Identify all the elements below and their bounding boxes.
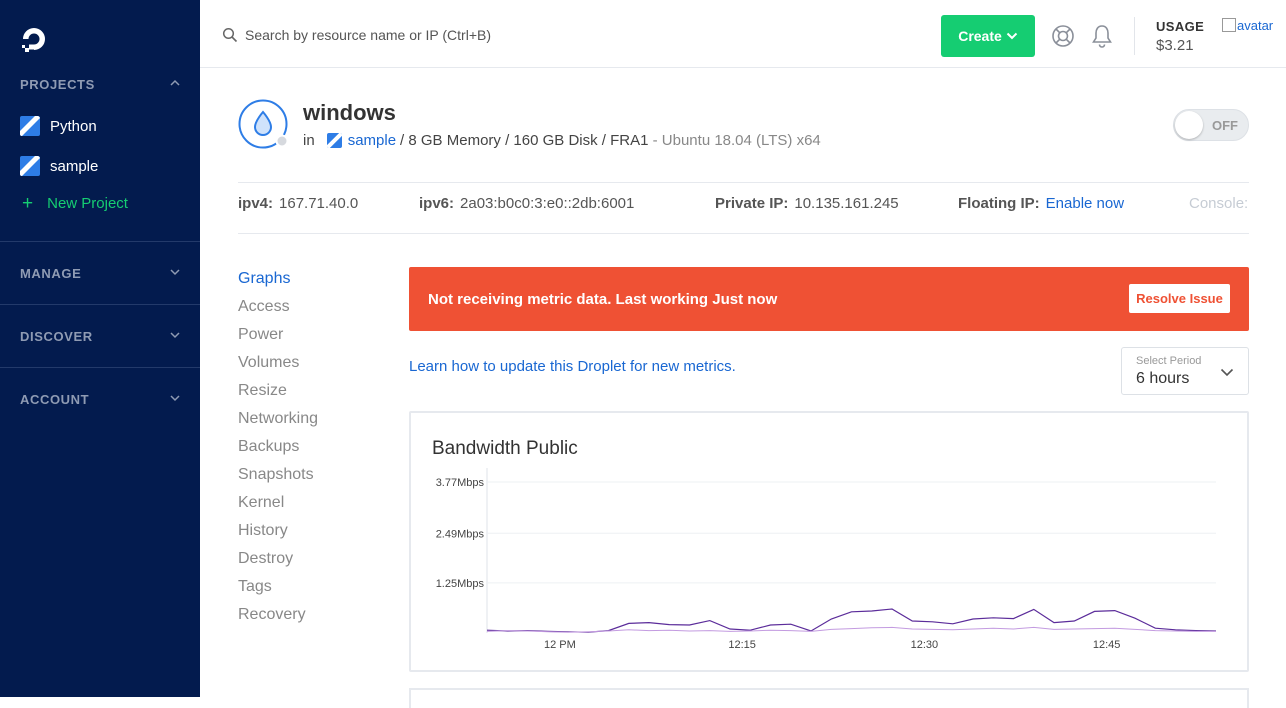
metrics-alert: Not receiving metric data. Last working … <box>409 267 1249 331</box>
plus-icon: + <box>22 193 34 214</box>
subnav-resize[interactable]: Resize <box>238 382 318 410</box>
top-bar: Create USAGE $3.21 avatar <box>200 0 1286 68</box>
sidebar-item-label: sample <box>50 157 99 175</box>
bandwidth-chart[interactable]: 3.77Mbps 2.49Mbps 1.25Mbps 12 PM 12:15 12:30 1… <box>411 413 1247 670</box>
ipv6-info: ipv6: 2a03:b0c0:3:e0::2db:6001 <box>419 195 634 212</box>
sidebar-divider <box>0 241 200 242</box>
subnav-graphs[interactable]: Graphs <box>238 270 318 298</box>
avatar[interactable]: avatar <box>1222 18 1280 48</box>
new-project-button[interactable]: + New Project <box>20 194 128 213</box>
new-project-label: New Project <box>47 195 128 212</box>
subnav-backups[interactable]: Backups <box>238 438 318 466</box>
subnav-snapshots[interactable]: Snapshots <box>238 466 318 494</box>
ipv4-label: ipv4: <box>238 195 274 212</box>
usage-value[interactable]: $3.21 <box>1156 37 1194 54</box>
private-ip-info: Private IP: 10.135.161.245 <box>715 195 899 212</box>
subnav-recovery[interactable]: Recovery <box>238 606 318 634</box>
ipv6-value[interactable]: 2a03:b0c0:3:e0::2db:6001 <box>460 195 634 212</box>
enable-floating-ip-link[interactable]: Enable now <box>1046 195 1124 212</box>
subnav-history[interactable]: History <box>238 522 318 550</box>
help-lifebuoy-icon[interactable] <box>1051 24 1075 48</box>
search-icon <box>222 27 238 43</box>
search-input[interactable] <box>245 24 665 46</box>
chevron-down-icon <box>1006 32 1018 40</box>
topbar-separator <box>1134 17 1135 55</box>
y-tick-label: 1.25Mbps <box>436 578 485 590</box>
floating-ip-info: Floating IP: Enable now <box>958 195 1124 212</box>
divider <box>238 182 1249 183</box>
sidebar-item-sample[interactable]: sample <box>20 155 98 177</box>
broken-image-icon <box>1222 18 1236 32</box>
console-link[interactable]: Console: <box>1189 195 1248 212</box>
project-icon <box>326 133 342 148</box>
subnav-access[interactable]: Access <box>238 298 318 326</box>
droplet-meta: in sample / 8 GB Memory / 160 GB Disk / … <box>303 132 821 149</box>
sidebar-item-label: Python <box>50 117 97 135</box>
x-tick-label: 12:15 <box>728 639 756 651</box>
project-icon <box>20 116 40 136</box>
chevron-down-icon <box>170 332 180 339</box>
x-tick-label: 12 PM <box>544 639 576 651</box>
sidebar-divider <box>0 367 200 368</box>
droplet-specs: / 8 GB Memory / 160 GB Disk / FRA1 <box>400 132 649 149</box>
create-button[interactable]: Create <box>941 15 1035 57</box>
project-icon <box>20 156 40 176</box>
alert-message: Not receiving metric data. Last working … <box>428 291 778 308</box>
ipv6-label: ipv6: <box>419 195 455 212</box>
period-value: 6 hours <box>1136 370 1190 387</box>
droplet-subnav: Graphs Access Power Volumes Resize Netwo… <box>238 270 318 634</box>
bell-icon[interactable] <box>1090 23 1114 49</box>
period-caption: Select Period <box>1136 355 1202 367</box>
usage-label: USAGE <box>1156 19 1205 34</box>
divider <box>238 233 1249 234</box>
next-graph-card <box>409 688 1249 708</box>
droplet-name: windows <box>303 100 396 125</box>
period-select[interactable]: Select Period 6 hours <box>1121 347 1249 395</box>
sidebar-item-python[interactable]: Python <box>20 115 97 137</box>
ipv4-info: ipv4: 167.71.40.0 <box>238 195 358 212</box>
subnav-volumes[interactable]: Volumes <box>238 354 318 382</box>
subnav-tags[interactable]: Tags <box>238 578 318 606</box>
subnav-networking[interactable]: Networking <box>238 410 318 438</box>
discover-section-header[interactable]: DISCOVER <box>20 329 185 344</box>
discover-section-label: DISCOVER <box>20 329 93 344</box>
droplet-os: - Ubuntu 18.04 (LTS) x64 <box>652 132 821 149</box>
learn-metrics-link[interactable]: Learn how to update this Droplet for new… <box>409 358 736 375</box>
resolve-issue-button[interactable]: Resolve Issue <box>1129 284 1230 313</box>
ipv4-value[interactable]: 167.71.40.0 <box>279 195 358 212</box>
digitalocean-logo-icon[interactable] <box>20 26 50 54</box>
subnav-destroy[interactable]: Destroy <box>238 550 318 578</box>
toggle-knob <box>1175 111 1203 139</box>
chevron-down-icon <box>170 269 180 276</box>
power-toggle[interactable]: OFF <box>1173 109 1249 141</box>
floating-ip-label: Floating IP: <box>958 195 1040 212</box>
avatar-alt-text: avatar <box>1237 18 1274 33</box>
projects-section-label: PROJECTS <box>20 77 95 92</box>
account-section-label: ACCOUNT <box>20 392 90 407</box>
chevron-down-icon <box>170 395 180 402</box>
sidebar: PROJECTS Python sample + New Project MAN… <box>0 0 200 697</box>
subnav-kernel[interactable]: Kernel <box>238 494 318 522</box>
private-ip-value[interactable]: 10.135.161.245 <box>794 195 898 212</box>
in-label: in <box>303 132 315 149</box>
x-tick-label: 12:45 <box>1093 639 1121 651</box>
account-section-header[interactable]: ACCOUNT <box>20 392 185 407</box>
y-tick-label: 2.49Mbps <box>436 528 485 540</box>
manage-section-header[interactable]: MANAGE <box>20 266 185 281</box>
power-toggle-label: OFF <box>1212 118 1238 133</box>
bandwidth-graph-card: Bandwidth Public 3.77Mbps 2.49Mbps 1.25Mbp… <box>409 411 1249 672</box>
sidebar-divider <box>0 304 200 305</box>
private-ip-label: Private IP: <box>715 195 789 212</box>
project-link[interactable]: sample <box>348 132 396 149</box>
manage-section-label: MANAGE <box>20 266 82 281</box>
series-line-2 <box>486 626 1216 633</box>
chevron-down-icon <box>1220 368 1234 377</box>
droplet-icon <box>238 99 288 149</box>
chevron-up-icon <box>170 79 180 86</box>
create-button-label: Create <box>958 28 1002 44</box>
subnav-power[interactable]: Power <box>238 326 318 354</box>
x-tick-label: 12:30 <box>911 639 939 651</box>
projects-section-header[interactable]: PROJECTS <box>20 77 185 92</box>
y-tick-label: 3.77Mbps <box>436 477 485 489</box>
